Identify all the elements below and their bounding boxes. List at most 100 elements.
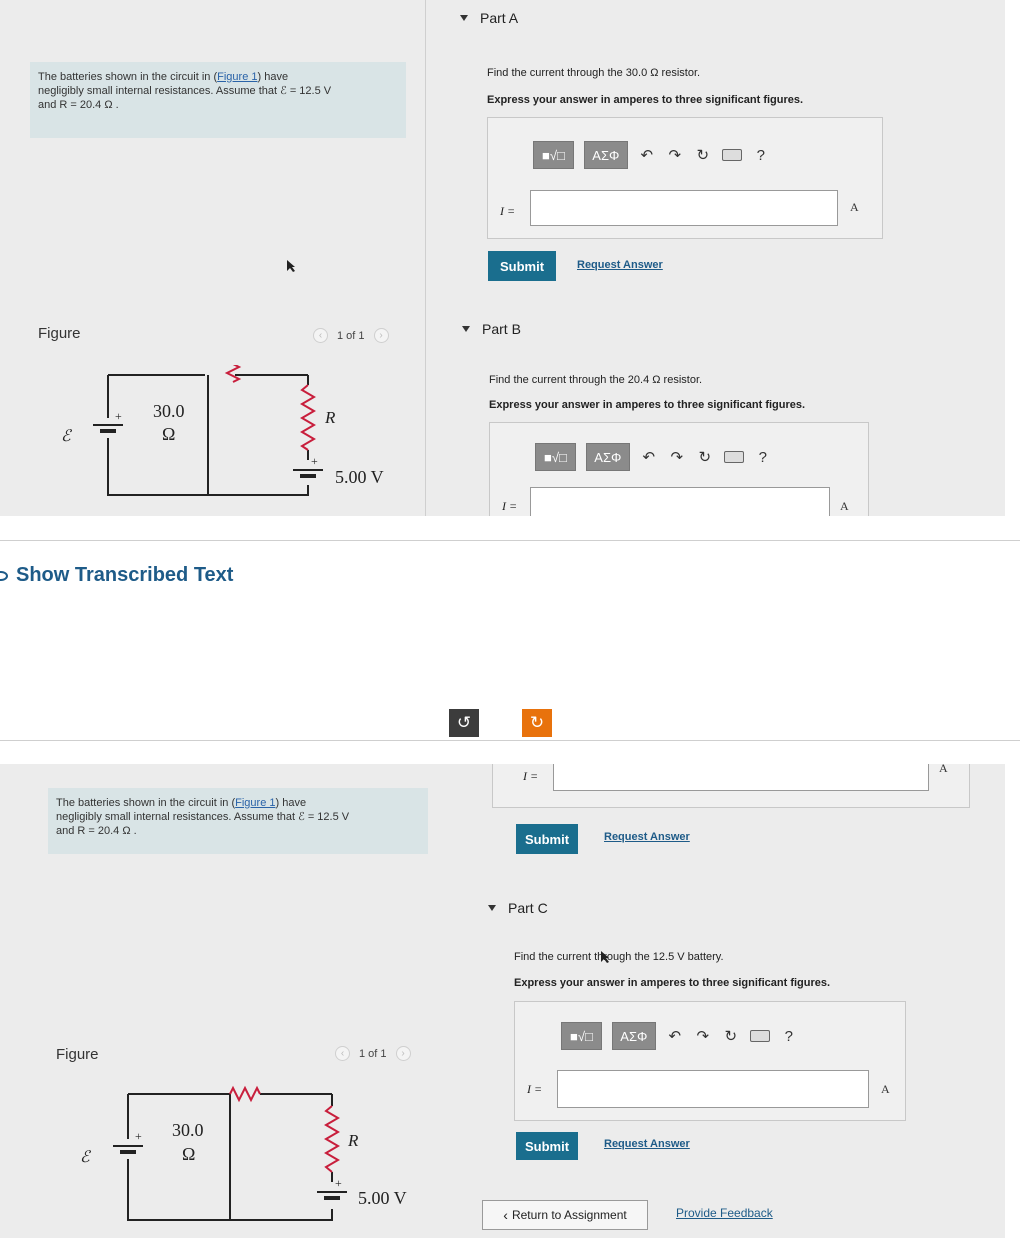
reset-icon[interactable]: ↻ (722, 1027, 740, 1045)
part-b-input-label: I = (502, 499, 518, 513)
part-b-header[interactable]: Part B (462, 321, 521, 337)
plus-sign-right: + (311, 454, 318, 468)
part-c-unit: A (881, 1082, 890, 1096)
figure-link[interactable]: Figure 1 (217, 71, 257, 83)
part-c-answer-input[interactable] (557, 1070, 869, 1108)
keyboard-icon[interactable] (723, 451, 744, 463)
chevron-right-icon[interactable]: › (395, 1046, 411, 1061)
keyboard-icon[interactable] (721, 149, 742, 161)
part-b-answer-input-2[interactable] (553, 764, 929, 791)
chevron-left-icon: ‹ (503, 1207, 508, 1223)
eye-icon (0, 570, 8, 581)
part-b-input-label-2: I = (523, 769, 539, 783)
provide-feedback-link[interactable]: Provide Feedback (676, 1206, 773, 1220)
part-b-unit-2: A (939, 764, 948, 775)
part-a-question: Find the current through the 30.0 Ω resi… (487, 67, 701, 79)
collapse-triangle-icon (462, 326, 470, 332)
part-b-answer-input[interactable] (530, 487, 830, 516)
part-c-toolbar: ■√□ ΑΣΦ ↶ ↷ ↻ ? (561, 1022, 798, 1050)
figure-label: Figure (38, 325, 81, 342)
chevron-left-icon[interactable]: ‹ (335, 1046, 350, 1061)
emf-label-2: ℰ (80, 1149, 92, 1166)
problem-statement: The batteries shown in the circuit in (F… (30, 62, 406, 138)
help-icon[interactable]: ? (754, 449, 772, 466)
resistor-30-value: 30.0 (153, 401, 185, 421)
problem-statement-2: The batteries shown in the circuit in (F… (48, 788, 428, 854)
part-c-question: Find the current through the 12.5 V batt… (514, 951, 724, 963)
rotate-left-button[interactable]: ↺ (449, 709, 479, 737)
help-icon[interactable]: ? (752, 147, 770, 164)
part-a-answer-input[interactable] (530, 190, 838, 226)
panel-divider (425, 0, 426, 516)
part-a-submit-button[interactable]: Submit (488, 251, 556, 281)
circuit-diagram: ℰ + 30.0 Ω R + 5.00 V (61, 365, 384, 496)
symbols-button[interactable]: ΑΣΦ (583, 141, 628, 169)
collapse-triangle-icon (460, 15, 468, 21)
part-b-unit: A (840, 499, 849, 513)
part-a-input-label: I = (500, 204, 516, 218)
part-b-question: Find the current through the 20.4 Ω resi… (489, 374, 703, 386)
part-a-toolbar: ■√□ ΑΣΦ ↶ ↷ ↻ ? (533, 141, 770, 169)
separator-line-bottom (0, 740, 1020, 741)
resistor-30-unit-2: Ω (182, 1144, 195, 1164)
undo-icon[interactable]: ↶ (666, 1027, 684, 1045)
keyboard-icon[interactable] (749, 1030, 770, 1042)
part-c-header[interactable]: Part C (488, 900, 548, 916)
show-transcribed-text-button[interactable]: Show Transcribed Text (0, 564, 233, 587)
part-b-submit-button[interactable]: Submit (516, 824, 578, 854)
chevron-right-icon[interactable]: › (373, 328, 389, 343)
part-a-unit: A (850, 200, 859, 214)
part-b-instruction: Express your answer in amperes to three … (489, 399, 806, 411)
resistor-r-zigzag-2 (324, 1105, 340, 1173)
part-b-request-answer-link[interactable]: Request Answer (604, 831, 690, 843)
part-a-answer-box: ■√□ ΑΣΦ ↶ ↷ ↻ ? I = A (487, 117, 883, 239)
bottom-left-panel: The batteries shown in the circuit in (F… (0, 764, 442, 1238)
part-c-input-label: I = (527, 1082, 543, 1096)
part-a-header[interactable]: Part A (460, 10, 518, 26)
figure-label-2: Figure (56, 1046, 99, 1063)
symbols-button[interactable]: ΑΣΦ (611, 1022, 656, 1050)
undo-icon[interactable]: ↶ (640, 448, 658, 466)
part-b-answer-box-cont: I = A (492, 764, 970, 808)
bottom-right-panel: I = A Submit Request Answer Part C Find … (442, 764, 1005, 1238)
part-a-request-answer-link[interactable]: Request Answer (577, 259, 663, 271)
resistor-30-zigzag (224, 365, 242, 383)
symbols-button[interactable]: ΑΣΦ (585, 443, 630, 471)
resistor-r-label-2: R (347, 1131, 359, 1150)
undo-icon[interactable]: ↶ (638, 146, 656, 164)
templates-button[interactable]: ■√□ (533, 141, 574, 169)
reset-icon[interactable]: ↻ (694, 146, 712, 164)
part-b-toolbar: ■√□ ΑΣΦ ↶ ↷ ↻ ? (535, 443, 772, 471)
pager-label: 1 of 1 (337, 329, 365, 342)
separator-line-top (0, 540, 1020, 541)
collapse-triangle-icon (488, 905, 496, 911)
resistor-30-value-2: 30.0 (172, 1120, 204, 1140)
resistor-30-unit: Ω (162, 424, 175, 444)
part-c-request-answer-link[interactable]: Request Answer (604, 1138, 690, 1150)
mouse-cursor-icon (600, 950, 610, 969)
help-icon[interactable]: ? (780, 1028, 798, 1045)
mouse-cursor-icon (286, 259, 296, 278)
resistor-30-zigzag-2 (229, 1085, 261, 1103)
redo-icon[interactable]: ↷ (666, 146, 684, 164)
pager-label-2: 1 of 1 (359, 1047, 387, 1060)
templates-button[interactable]: ■√□ (561, 1022, 602, 1050)
redo-icon[interactable]: ↷ (668, 448, 686, 466)
plus-sign-left: + (115, 409, 122, 423)
part-c-answer-box: ■√□ ΑΣΦ ↶ ↷ ↻ ? I = A (514, 1001, 906, 1121)
plus-sign-left-2: + (135, 1129, 142, 1143)
return-to-assignment-button[interactable]: ‹ Return to Assignment (482, 1200, 648, 1230)
part-b-answer-box: ■√□ ΑΣΦ ↶ ↷ ↻ ? I = A (489, 422, 869, 516)
figure-link-2[interactable]: Figure 1 (235, 797, 275, 809)
chevron-left-icon[interactable]: ‹ (313, 328, 328, 343)
plus-sign-right-2: + (335, 1176, 342, 1190)
templates-button[interactable]: ■√□ (535, 443, 576, 471)
rotate-right-button[interactable]: ↻ (522, 709, 552, 737)
reset-icon[interactable]: ↻ (696, 448, 714, 466)
redo-icon[interactable]: ↷ (694, 1027, 712, 1045)
resistor-r-label: R (324, 408, 336, 427)
resistor-r-zigzag (300, 384, 316, 451)
top-screenshot-panel: The batteries shown in the circuit in (F… (0, 0, 1005, 516)
part-c-submit-button[interactable]: Submit (516, 1132, 578, 1160)
emf-label: ℰ (61, 428, 73, 445)
